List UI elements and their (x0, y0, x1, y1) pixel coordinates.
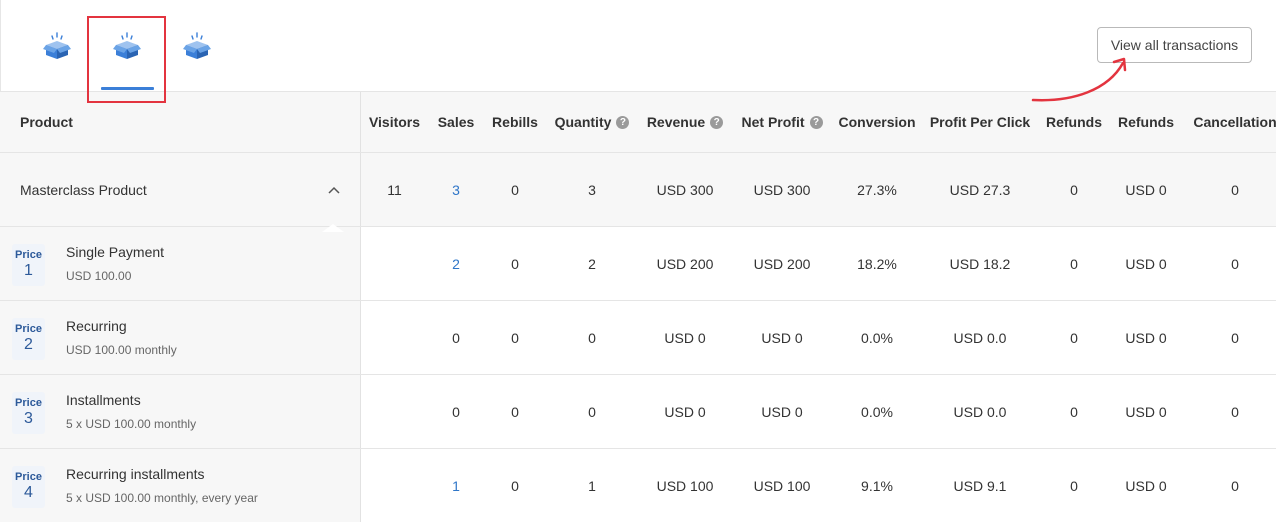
price-quantity: 0 (588, 329, 596, 346)
price-cancellation: 0 (1231, 255, 1239, 272)
price-refunds-count: 0 (1070, 477, 1078, 494)
price-cancellation: 0 (1231, 403, 1239, 420)
price-quantity: 0 (588, 403, 596, 420)
product-profit-per-click: USD 27.3 (949, 181, 1011, 198)
price-badge: Price 2 (12, 318, 45, 360)
table-row: Price 3 Installments 5 x USD 100.00 mont… (0, 374, 1276, 448)
price-refunds-amount: USD 0 (1125, 255, 1167, 272)
product-quantity: 3 (588, 181, 596, 198)
price-net-profit: USD 0 (761, 403, 803, 420)
price-conversion: 18.2% (857, 255, 897, 272)
chevron-up-icon[interactable] (326, 182, 342, 198)
column-header-conversion: Conversion (838, 114, 916, 130)
product-visitors: 11 (387, 181, 402, 198)
product-sales-link[interactable]: 3 (428, 153, 484, 226)
price-revenue: USD 0 (664, 329, 706, 346)
price-badge: Price 1 (12, 244, 45, 286)
price-net-profit: USD 0 (761, 329, 803, 346)
column-header-rebills: Rebills (492, 114, 538, 130)
price-rebills: 0 (511, 329, 519, 346)
price-sales: 0 (452, 329, 460, 346)
price-rebills: 0 (511, 255, 519, 272)
price-profit-per-click: USD 18.2 (949, 255, 1011, 272)
box-open-icon[interactable] (41, 30, 73, 62)
price-profit-per-click: USD 9.1 (953, 477, 1007, 494)
product-refunds-count: 0 (1070, 181, 1078, 198)
column-header-quantity: Quantity? (546, 92, 638, 152)
annotation-arrow (1031, 57, 1127, 102)
price-refunds-count: 0 (1070, 255, 1078, 272)
price-revenue: USD 200 (656, 255, 714, 272)
price-net-profit: USD 100 (753, 477, 811, 494)
product-conversion: 27.3% (857, 181, 897, 198)
price-profit-per-click: USD 0.0 (953, 403, 1007, 420)
price-sales: 0 (452, 403, 460, 420)
price-refunds-amount: USD 0 (1125, 403, 1167, 420)
price-refunds-count: 0 (1070, 329, 1078, 346)
price-detail: USD 100.00 (66, 269, 132, 283)
price-detail: 5 x USD 100.00 monthly, every year (66, 491, 258, 505)
price-conversion: 0.0% (861, 329, 893, 346)
column-header-product: Product (20, 114, 73, 130)
product-rebills: 0 (511, 181, 519, 198)
price-name: Single Payment (66, 244, 165, 260)
price-cancellation: 0 (1231, 329, 1239, 346)
price-conversion: 9.1% (861, 477, 893, 494)
price-conversion: 0.0% (861, 403, 893, 420)
price-revenue: USD 0 (664, 403, 706, 420)
column-header-sales: Sales (437, 114, 475, 130)
product-row[interactable]: Masterclass Product 11 3 0 3 USD 300 USD… (0, 152, 1276, 226)
column-header-cancellation: Cancellation (1193, 114, 1276, 130)
price-refunds-amount: USD 0 (1125, 477, 1167, 494)
column-header-revenue: Revenue? (638, 92, 732, 152)
price-name: Recurring (66, 318, 127, 334)
price-sales-link[interactable]: 1 (428, 449, 484, 522)
product-refunds-amount: USD 0 (1125, 181, 1167, 198)
price-cancellation: 0 (1231, 477, 1239, 494)
price-rebills: 0 (511, 403, 519, 420)
price-profit-per-click: USD 0.0 (953, 329, 1007, 346)
product-revenue: USD 300 (656, 181, 714, 198)
product-cancellation: 0 (1231, 181, 1239, 198)
box-open-icon[interactable] (181, 30, 213, 62)
expand-notch (322, 224, 344, 232)
price-revenue: USD 100 (656, 477, 714, 494)
price-detail: USD 100.00 monthly (66, 343, 177, 357)
product-net-profit: USD 300 (753, 181, 811, 198)
column-header-profit-per-click: Profit Per Click (929, 114, 1031, 130)
help-icon[interactable]: ? (616, 115, 630, 129)
price-refunds-amount: USD 0 (1125, 329, 1167, 346)
price-badge: Price 3 (12, 392, 45, 434)
help-icon[interactable]: ? (809, 115, 823, 129)
table-row: Price 2 Recurring USD 100.00 monthly 0 0… (0, 300, 1276, 374)
product-name: Masterclass Product (20, 181, 147, 198)
help-icon[interactable]: ? (710, 115, 724, 129)
column-header-visitors: Visitors (368, 114, 421, 130)
price-detail: 5 x USD 100.00 monthly (66, 417, 197, 431)
price-name: Installments (66, 392, 141, 408)
table-row: Price 1 Single Payment USD 100.00 2 0 2 … (0, 226, 1276, 300)
highlight-box (87, 16, 166, 103)
price-quantity: 1 (588, 477, 596, 494)
column-header-net-profit: Net Profit? (732, 92, 832, 152)
table-row: Price 4 Recurring installments 5 x USD 1… (0, 448, 1276, 522)
price-rebills: 0 (511, 477, 519, 494)
price-net-profit: USD 200 (753, 255, 811, 272)
price-badge: Price 4 (12, 466, 45, 508)
price-quantity: 2 (588, 255, 596, 272)
price-refunds-count: 0 (1070, 403, 1078, 420)
price-sales-link[interactable]: 2 (428, 227, 484, 300)
price-name: Recurring installments (66, 466, 205, 482)
